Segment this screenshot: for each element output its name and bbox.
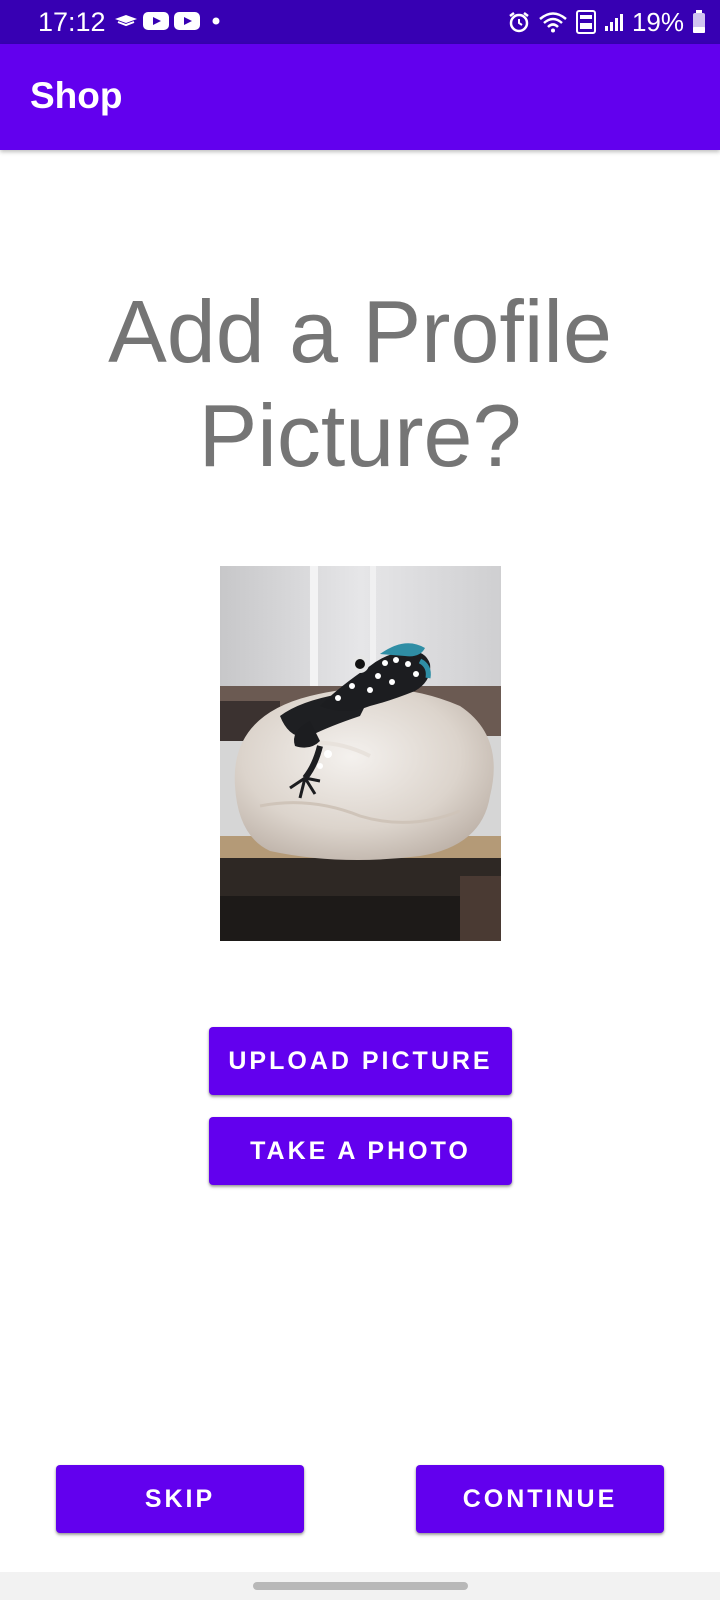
wifi-icon (539, 12, 567, 33)
notification-icon (115, 15, 137, 27)
alarm-icon (509, 12, 529, 33)
navigation-bar (0, 1572, 720, 1600)
take-photo-button[interactable]: TAKE A PHOTO (209, 1117, 512, 1185)
skip-button[interactable]: SKIP (56, 1465, 304, 1533)
profile-picture (220, 566, 501, 941)
app-bar: Shop (0, 44, 720, 150)
youtube-icon (143, 12, 169, 30)
volte-4g-icon (575, 10, 596, 34)
upload-picture-button[interactable]: UPLOAD PICTURE (209, 1027, 512, 1095)
dot-icon (212, 17, 220, 25)
app-title: Shop (30, 75, 123, 116)
signal-icon (604, 14, 623, 31)
frog-figurine-photo (220, 566, 501, 941)
battery-percent: 19% (631, 7, 684, 37)
status-left-icons (114, 12, 223, 30)
home-indicator[interactable] (253, 1582, 468, 1590)
continue-button[interactable]: CONTINUE (416, 1465, 664, 1533)
status-right: 19% (508, 7, 706, 37)
battery-icon (693, 10, 705, 33)
page-title: Add a Profile Picture? (108, 282, 612, 485)
status-time: 17:12 (38, 7, 106, 37)
status-bar: 17:12 19% (0, 0, 720, 44)
youtube-icon (174, 12, 200, 30)
